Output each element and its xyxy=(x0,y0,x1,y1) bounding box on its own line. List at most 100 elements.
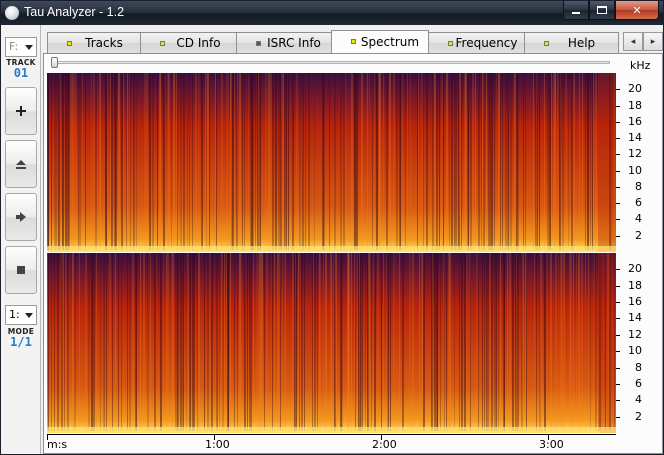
spectrogram-streak xyxy=(313,253,314,431)
spectrogram-streak xyxy=(127,73,128,250)
spectrogram-streak xyxy=(186,253,187,431)
add-button[interactable] xyxy=(5,87,37,135)
title-bar[interactable]: Tau Analyzer - 1.2 ✕ xyxy=(1,1,663,25)
tab-tracks[interactable]: Tracks xyxy=(47,32,141,53)
spectrogram-streak xyxy=(370,253,371,431)
spectrogram-streak xyxy=(282,253,283,431)
spectrogram-streak xyxy=(54,253,55,431)
spectrogram-streak xyxy=(202,73,203,250)
close-button[interactable]: ✕ xyxy=(615,1,659,20)
spectrogram-streak xyxy=(571,73,573,250)
mode-select[interactable]: 1: xyxy=(5,305,37,325)
spectrogram-streak xyxy=(562,253,564,431)
spectrogram-streak xyxy=(317,253,318,431)
spectrogram-streak xyxy=(518,73,519,250)
spectrogram-streak xyxy=(65,253,66,431)
spectrogram-streak xyxy=(496,253,497,431)
spectrogram-streak xyxy=(512,253,514,431)
spectrogram-streak xyxy=(340,73,342,250)
spectrogram-streak xyxy=(216,73,217,250)
spectrogram-streak xyxy=(451,73,453,250)
spectrogram-streak xyxy=(65,73,67,250)
spectrogram-streak xyxy=(509,253,511,431)
tab-isrc-info[interactable]: ISRC Info xyxy=(236,32,332,53)
spectrogram-streak xyxy=(215,73,216,250)
minimize-button[interactable] xyxy=(563,1,589,20)
spectrogram-streak xyxy=(219,253,220,431)
tab-cd-info[interactable]: CD Info xyxy=(140,32,237,53)
spectrogram-streak xyxy=(133,73,135,250)
play-button[interactable] xyxy=(5,193,37,241)
spectrogram-streak xyxy=(242,73,243,250)
spectrogram-streak xyxy=(180,73,182,250)
spectrogram-streak xyxy=(259,253,261,431)
maximize-button[interactable] xyxy=(589,1,615,20)
drive-select[interactable]: F: xyxy=(5,37,37,57)
spectrogram-streak xyxy=(476,253,478,431)
spectrogram-streak xyxy=(581,253,583,431)
frequency-tick-label: 20 xyxy=(628,82,642,95)
tab-scroll-left-button[interactable]: ◂ xyxy=(623,32,643,51)
spectrogram-streak xyxy=(359,253,360,431)
spectrogram-streak xyxy=(369,73,370,250)
spectrogram-streak xyxy=(486,73,487,250)
spectrogram-streak xyxy=(96,253,97,431)
stop-button[interactable] xyxy=(5,246,37,294)
spectrogram-streak xyxy=(464,253,466,431)
spectrogram-streak xyxy=(393,73,394,250)
maximize-icon xyxy=(597,6,607,14)
spectrogram-streak xyxy=(171,253,172,431)
spectrogram-streak xyxy=(54,73,55,250)
spectrogram-streak xyxy=(379,73,381,250)
spectrogram-streak xyxy=(296,73,298,250)
spectrogram-streak xyxy=(285,253,286,431)
track-number: 01 xyxy=(13,66,29,80)
spectrogram-streak xyxy=(163,253,164,431)
spectrogram-streak xyxy=(417,73,418,250)
spectrogram-streak xyxy=(523,73,524,250)
spectrogram-streak xyxy=(226,253,227,431)
spectrogram-streak xyxy=(448,253,449,431)
spectrogram-streak xyxy=(237,73,238,250)
spectrogram-streak xyxy=(546,253,548,431)
spectrogram-streak xyxy=(443,73,444,250)
spectrogram-streak xyxy=(210,253,211,431)
spectrogram-streak xyxy=(304,253,305,431)
spectrogram-streak xyxy=(244,73,245,250)
tab-frequency[interactable]: Frequency xyxy=(428,32,525,53)
spectrogram-streak xyxy=(470,73,472,250)
spectrogram-streak xyxy=(146,73,148,250)
spectrogram-streak xyxy=(68,73,70,250)
spectrogram-streak xyxy=(110,73,111,250)
spectrogram-streak xyxy=(410,73,411,250)
spectrogram-streak xyxy=(209,73,210,250)
spectrogram-streak xyxy=(183,73,185,250)
eject-button[interactable] xyxy=(5,140,37,188)
spectrogram-streak xyxy=(187,73,188,250)
spectrogram-streak xyxy=(578,253,580,431)
tab-spectrum[interactable]: Spectrum xyxy=(331,30,429,53)
spectrogram-streak xyxy=(573,253,574,431)
spectrogram-streak xyxy=(587,73,589,250)
spectrogram-streak xyxy=(537,73,538,250)
spectrogram-streak xyxy=(272,73,274,250)
spectrogram-streak xyxy=(504,253,505,431)
spectrogram-streak xyxy=(156,253,157,431)
spectrogram-low-band xyxy=(47,246,616,252)
spectrogram-streak xyxy=(106,73,107,250)
position-slider[interactable] xyxy=(52,61,610,64)
spectrogram-streak xyxy=(526,253,527,431)
spectrogram-streak xyxy=(132,253,134,431)
spectrogram-streak xyxy=(446,253,447,431)
position-slider-thumb[interactable] xyxy=(51,57,58,68)
spectrogram-streak xyxy=(48,253,49,431)
spectrogram-streak xyxy=(362,253,363,431)
spectrogram-streak xyxy=(308,73,310,250)
spectrogram-streak xyxy=(111,73,113,250)
spectrogram-streak xyxy=(118,253,119,431)
tab-help[interactable]: Help xyxy=(524,32,619,53)
tab-scroll-right-button[interactable]: ▸ xyxy=(643,32,663,51)
spectrogram-streak xyxy=(432,253,433,431)
spectrogram-streak xyxy=(104,253,105,431)
frequency-tick-label: 6 xyxy=(635,196,642,209)
